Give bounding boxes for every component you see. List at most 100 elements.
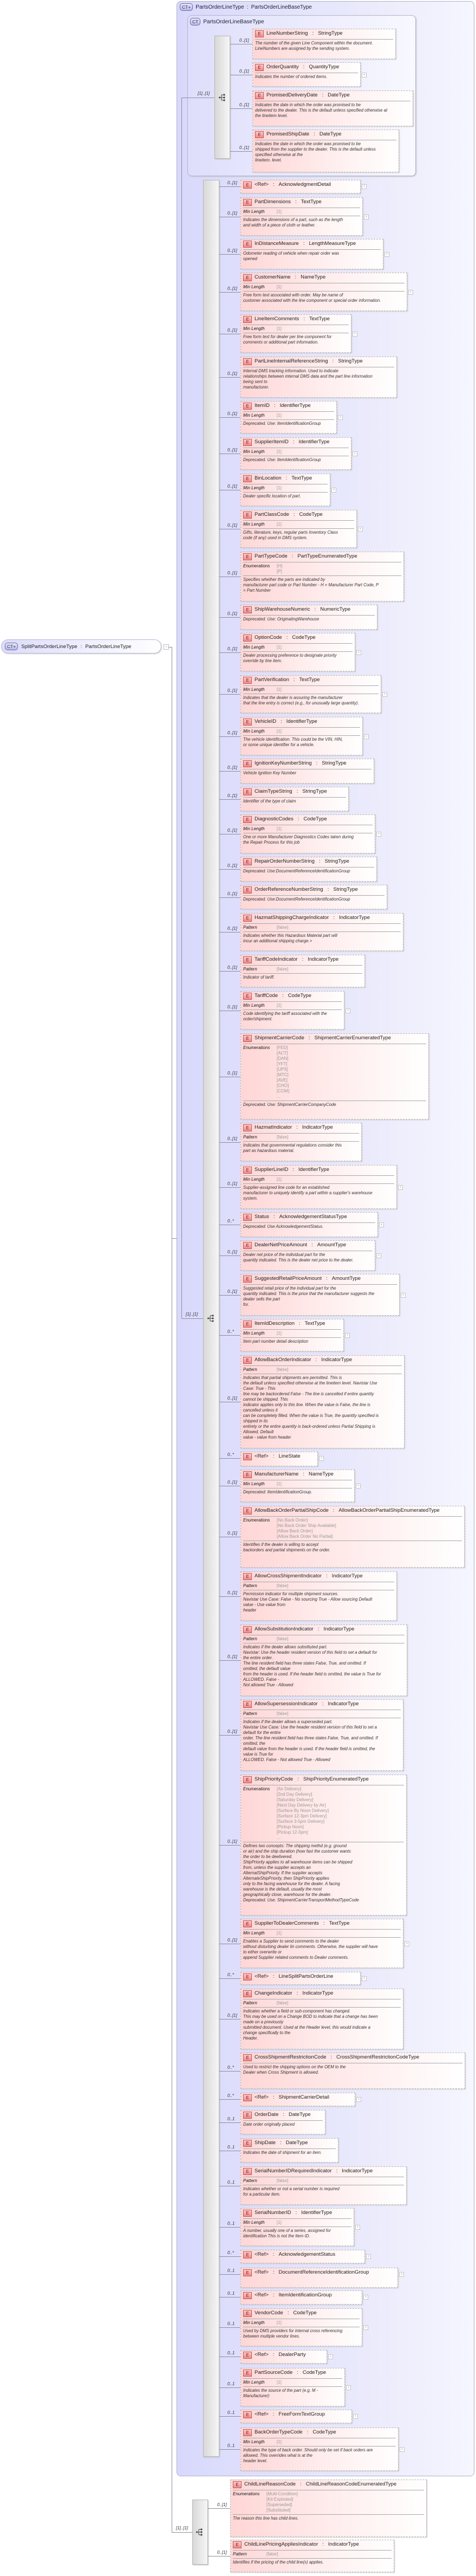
element-box[interactable]: E SuggestedRetailPriceAmount: AmountType Su… [240, 1274, 400, 1316]
element-box[interactable]: E BinLocation: TextType Min Length [1] Dealer… [240, 474, 330, 506]
element-box[interactable]: E OrderQuantity: QuantityType Indicates the… [252, 62, 361, 87]
element-box[interactable]: E ClaimTypeString: StringType Identifier of… [240, 787, 349, 811]
expand-icon[interactable]: + [364, 215, 369, 219]
element-box[interactable]: E TariffCodeIndicator: IndicatorType Patter… [240, 955, 365, 987]
element-box[interactable]: E ChangeIndicator: IndicatorType Pattern [fa… [240, 1989, 403, 2049]
element-box[interactable]: E DealerNetPriceAmount: AmountType Dealer n… [240, 1240, 375, 1271]
element-box[interactable]: E Status: AcknowledgementStatusType Depreca… [240, 1212, 378, 1237]
expand-icon[interactable]: + [362, 184, 367, 189]
element-box[interactable]: E PartClassCode: CodeType Min Length [1] Gift… [240, 510, 357, 548]
expand-icon[interactable]: + [328, 2354, 333, 2359]
expand-icon[interactable]: + [338, 415, 343, 420]
expand-icon[interactable]: + [405, 1941, 409, 1946]
expand-icon[interactable]: + [345, 1333, 350, 1338]
element-box[interactable]: E IgnitionKeyNumberString: StringType Vehic… [240, 759, 374, 784]
expand-icon[interactable]: + [363, 2295, 368, 2300]
element-box[interactable]: E HazmatIndicator: IndicatorType Pattern [fa… [240, 1123, 362, 1161]
element-box[interactable]: E HazmatShippingChargeIndicator: Indicator… [240, 913, 403, 951]
expand-icon[interactable]: + [355, 2225, 360, 2230]
element-box[interactable]: E AllowSupersessionIndicator: IndicatorTyp… [240, 1699, 403, 1771]
element-box[interactable]: E PartVerification: TextType Min Length [1] I… [240, 675, 381, 713]
expand-icon[interactable]: + [345, 1008, 350, 1013]
element-box[interactable]: E ShipDate: DateType Indicates the date of … [240, 2138, 338, 2163]
expand-icon[interactable]: + [353, 332, 357, 336]
expand-icon[interactable]: + [362, 73, 367, 77]
element-box[interactable]: E SupplierToDealerComments: TextType Min Le… [240, 1919, 403, 1968]
element-box[interactable]: E CrossShipmentRestrictionCode: CrossShipm… [240, 2053, 465, 2089]
element-box[interactable]: E AllowBackOrderIndicator: IndicatorType Pa… [240, 1355, 405, 1448]
element-box[interactable]: E VendorCode: CodeType Min Length [1] Used by… [240, 2308, 362, 2346]
expand-icon[interactable]: + [376, 832, 381, 837]
expand-icon[interactable]: + [379, 1222, 384, 1227]
element-box[interactable]: E PartDimensions: TextType Min Length [1] Ind… [240, 197, 363, 236]
element-box[interactable]: E DiagnosticCodes: CodeType Min Length [1] On… [240, 814, 375, 853]
element-box[interactable]: E RepairOrderNumberString: StringType Depre… [240, 857, 377, 882]
element-box[interactable]: E SupplierLineID: IdentifierType Min Length… [240, 1165, 397, 1209]
element-box[interactable]: E SupplierItemID: IdentifierType Min Length… [240, 437, 351, 470]
element-box[interactable]: E <Ref>: AcknowledgmentDetail [240, 180, 361, 193]
element-box[interactable]: E ShipmentCarrierCode: ShipmentCarrierEnum… [240, 1033, 429, 1119]
element-box[interactable]: E <Ref>: DealerParty [240, 2350, 327, 2364]
element-box[interactable]: E PartLineInternalReferenceString: StringT… [240, 357, 397, 398]
element-box[interactable]: E <Ref>: AcknowledgementStatus [240, 2250, 365, 2263]
element-box[interactable]: E <Ref>: LineState [240, 1452, 318, 1466]
element-box[interactable]: E <Ref>: FreeFormTextGroup [240, 2410, 352, 2423]
element-box[interactable]: E TariffCode: CodeType Min Length [1] Code id… [240, 991, 344, 1030]
element-box[interactable]: E BackOrderTypeCode: CodeType Min Length [1]… [240, 2428, 399, 2471]
element-header: E SupplierLineID: IdentifierType [243, 1167, 394, 1176]
expand-icon[interactable]: + [401, 1293, 406, 1298]
element-box[interactable]: E PartTypeCode: PartTypeEnumeratedType Enum… [240, 552, 404, 601]
expand-icon[interactable]: + [362, 1976, 367, 1981]
expand-icon[interactable]: + [353, 2414, 358, 2419]
element-box[interactable]: E <Ref>: ShipmentCarrierDetail [240, 2093, 355, 2106]
element-box[interactable]: E AllowBackOrderPartialShipCode: AllowBack… [240, 1506, 465, 1568]
expand-icon[interactable]: + [384, 252, 389, 257]
expand-icon[interactable]: + [358, 527, 363, 532]
expand-icon[interactable]: + [356, 1484, 361, 1488]
element-box[interactable]: E LineNumberString: StringType The number o… [252, 29, 396, 59]
element-box[interactable]: E ShipWarehouseNumeric: NumericType Depreca… [240, 605, 377, 630]
element-box[interactable]: E ItemID: IdentifierType Min Length [1] Depre… [240, 401, 337, 433]
element-box[interactable]: E <Ref>: DocumentReferenceIdentificationGr… [240, 2268, 398, 2288]
element-box[interactable]: E PartSourceCode: CodeType Min Length [1] Ind… [240, 2368, 345, 2406]
element-box[interactable]: E PromisedShipDate: DateType Indicates the … [252, 130, 399, 172]
element-box[interactable]: E ManufacturerName: NameType Min Length [1] D… [240, 1470, 355, 1502]
expand-icon[interactable]: + [356, 650, 361, 655]
expand-icon[interactable]: + [399, 2272, 404, 2277]
element-documentation: Enables a Supplier to send comments to t… [243, 1939, 378, 1960]
expand-icon[interactable]: + [356, 2097, 361, 2102]
element-box[interactable]: E VehicleID: IdentifierType Min Length [1] Th… [240, 717, 363, 755]
expand-icon[interactable]: + [376, 1253, 381, 1258]
element-box[interactable]: E OrderReferenceNumberString: StringType De… [240, 885, 387, 909]
element-box[interactable]: E InDistanceMeasure: LengthMeasureType Odom… [240, 239, 383, 269]
element-box[interactable]: E PromisedDeliveryDate: DateType Indicates … [252, 90, 413, 126]
element-box[interactable]: E LineItemComments: TextType Min Length [1] F… [240, 314, 351, 353]
expand-icon[interactable]: + [319, 1456, 324, 1461]
element-box[interactable]: E ChildLinePricingAppliesIndicator: Indica… [230, 2540, 394, 2572]
element-box[interactable]: E ShipPriorityCode: ShipPriorityEnumerated… [240, 1775, 407, 1915]
expand-icon[interactable]: + [382, 692, 387, 697]
expand-icon[interactable]: + [346, 2385, 351, 2390]
element-box[interactable]: E AllowSubstitutionIndicator: IndicatorTyp… [240, 1624, 407, 1696]
connector-line [172, 2532, 192, 2533]
expand-icon[interactable]: + [331, 488, 336, 493]
expand-icon[interactable]: + [400, 2447, 405, 2452]
element-box[interactable]: E <Ref>: ItemIdentificationGroup [240, 2290, 362, 2305]
element-type: ShipmentCarrierDetail [278, 2094, 329, 2100]
expand-icon[interactable]: + [364, 734, 369, 739]
expand-icon[interactable]: + [366, 2254, 371, 2259]
expand-icon[interactable]: + [398, 1185, 403, 1190]
element-box[interactable]: E <Ref>: LineSplitPartsOrderLine [240, 1972, 361, 1985]
element-box[interactable]: E SerialNumberID: IdentifierType Min Length… [240, 2208, 354, 2246]
expand-icon[interactable]: + [363, 2325, 368, 2330]
element-box[interactable]: E SerialNumberIDRequiredIndicator: Indicat… [240, 2166, 407, 2205]
element-box[interactable]: E ChildLineReasonCode: ChildLineReasonCode… [230, 2480, 427, 2537]
element-box[interactable]: E ItemIdDescription: TextType Min Length [1]… [240, 1319, 344, 1351]
element-box[interactable]: E AllowCrossShipmentIndicator: IndicatorTy… [240, 1571, 397, 1621]
element-box[interactable]: E CustomerName: NameType Min Length [1] Free … [240, 273, 407, 311]
element-box[interactable]: E OrderDate: DateType Date order originally… [240, 2110, 325, 2134]
expand-icon[interactable]: + [408, 290, 413, 295]
root-complex-type[interactable]: CT+ SplitPartsOrderLineType : PartsOrder… [1, 639, 161, 653]
element-box[interactable]: E OptionCode: CodeType Min Length [1] Dealer … [240, 633, 355, 671]
expand-icon[interactable]: + [353, 451, 357, 456]
